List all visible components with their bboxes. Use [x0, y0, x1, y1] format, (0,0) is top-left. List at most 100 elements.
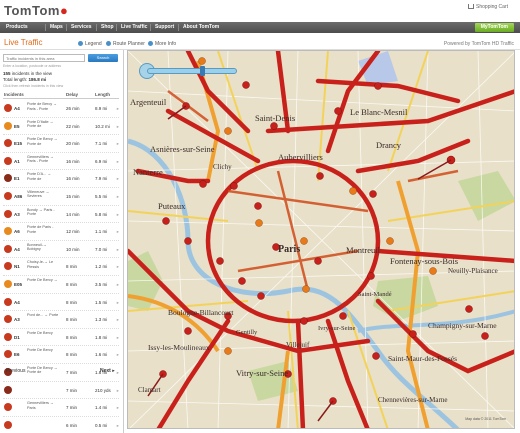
- incident-row[interactable]: A4 Bonneuil-→ Bobigny 10 min 7.0 mi ▸: [3, 241, 119, 259]
- incident-location: Porte de Paris - Porte: [27, 225, 54, 234]
- incident-location: Porte De Bercy: [27, 330, 53, 335]
- map-label: Asnières-sur-Seine: [150, 144, 215, 154]
- incident-row[interactable]: E15 Porte De Bercy → Porte de 20 min 7.1 mi…: [3, 135, 119, 153]
- map-copyright: Map data © 2011 TomTom: [465, 417, 506, 421]
- search-button[interactable]: Search: [88, 54, 118, 62]
- incident-location: Porte De Bercy: [27, 348, 53, 353]
- incident-row[interactable]: D1 Porte De Bercy 8 min 1.8 mi ▸: [3, 329, 119, 347]
- map-label: Puteaux: [158, 201, 186, 211]
- incident-delay: 7 min: [66, 387, 78, 393]
- incident-panel: Search Enter a location, postcode or add…: [0, 50, 124, 433]
- incident-delay: 8 min: [66, 334, 78, 340]
- incident-delay: 14 min: [66, 211, 80, 217]
- incident-location: Porte D'A... → Porte de: [27, 172, 52, 181]
- incident-row[interactable]: E1 Porte D'A... → Porte de 16 min 7.9 mi ▸: [3, 170, 119, 188]
- row-arrow-icon: ▸: [116, 106, 119, 111]
- incident-row[interactable]: A4 Porte de Bercy → Paris - Porte 26 min 8.…: [3, 100, 119, 118]
- incident-location: Porte De Bercy → Porte de: [27, 365, 58, 375]
- row-arrow-icon: ▸: [116, 422, 119, 428]
- incident-delay: 7 min: [66, 405, 78, 411]
- row-arrow-icon: ▸: [116, 387, 119, 393]
- incident-location: Porte de Bercy → Paris - Porte: [27, 102, 57, 111]
- incident-delay: 15 min: [66, 193, 80, 199]
- incident-row[interactable]: A6 Porte de Paris - Porte 12 min 1.1 mi ▸: [3, 223, 119, 241]
- incident-row[interactable]: A3 Bondy → Paris - Porte 14 min 5.8 mi ▸: [3, 206, 119, 224]
- nav-live-traffic[interactable]: Live Traffic: [121, 24, 147, 30]
- incident-badge-icon: [4, 262, 12, 271]
- route-icon: [106, 41, 111, 47]
- map-label: Le Blanc-Mesnil: [350, 107, 408, 117]
- incident-badge-icon: [4, 156, 12, 165]
- col-length[interactable]: Length: [95, 92, 110, 97]
- refresh-note[interactable]: Click then refresh incidents in this vie…: [3, 84, 63, 88]
- incident-length: 7.9 mi: [95, 176, 108, 182]
- incident-location: Gennevilliers → Paris - Porte: [27, 154, 54, 164]
- previous-link[interactable]: Previous: [6, 368, 25, 374]
- map-label: Drancy: [376, 140, 402, 150]
- incident-row[interactable]: N1 Choisy-le-→ Le Plessis 8 min 1.2 mi ▸: [3, 258, 119, 276]
- map-canvas[interactable]: [128, 51, 515, 429]
- traffic-map[interactable]: Argenteuil Saint-Denis Le Blanc-Mesnil D…: [127, 50, 515, 429]
- nav-about[interactable]: About TomTom: [183, 24, 219, 30]
- tomtom-logo[interactable]: TomTom●: [4, 3, 68, 18]
- tab-route-planner[interactable]: Route Planner: [106, 41, 145, 47]
- incident-row[interactable]: 6 min 0.5 mi ▸: [3, 417, 119, 433]
- incident-row[interactable]: A4 8 min 1.5 mi ▸: [3, 294, 119, 312]
- tab-legend[interactable]: Legend: [78, 41, 102, 47]
- incident-delay: 8 min: [66, 352, 78, 358]
- nav-shop[interactable]: Shop: [101, 24, 114, 30]
- live-traffic-bar: Live Traffic Legend Route Planner More I…: [0, 38, 520, 50]
- nav-maps[interactable]: Maps: [50, 24, 63, 30]
- incident-delay: 16 min: [66, 176, 80, 182]
- incident-delay: 8 min: [66, 317, 78, 323]
- incident-badge-icon: [4, 191, 12, 200]
- shopping-cart-link[interactable]: Shopping Cart: [468, 4, 508, 10]
- location-search-input[interactable]: [3, 54, 85, 62]
- nav-products[interactable]: Products: [6, 24, 28, 30]
- incident-length: 5.5 mi: [95, 193, 108, 199]
- road-number: A3: [14, 317, 20, 323]
- mytomtom-button[interactable]: MyTomTom: [474, 23, 514, 32]
- road-number: A4: [14, 246, 20, 252]
- incident-row[interactable]: 7 min 210 yds ▸: [3, 382, 119, 400]
- map-label: Aubervilliers: [278, 152, 323, 162]
- incident-row[interactable]: A3 Pont de... → Porte 8 min 1.3 mi ▸: [3, 311, 119, 329]
- row-arrow-icon: ▸: [116, 211, 119, 217]
- road-number: A4: [14, 299, 20, 305]
- powered-by: Powered by TomTom HD Traffic: [443, 41, 514, 47]
- incident-badge-icon: [4, 244, 12, 253]
- incident-length: 1.4 mi: [95, 405, 108, 411]
- incident-badge-icon: [4, 350, 12, 359]
- road-number: E1: [14, 176, 20, 182]
- incident-location: Gennevilliers → Paris: [27, 401, 54, 410]
- incident-row[interactable]: E6 Porte De Bercy 8 min 1.6 mi ▸: [3, 346, 119, 364]
- incident-row[interactable]: A1 Gennevilliers → Paris - Porte 16 min 6.9…: [3, 153, 119, 171]
- incident-length: 7.1 mi: [95, 141, 108, 147]
- col-delay[interactable]: Delay: [66, 92, 78, 97]
- nav-services[interactable]: Services: [71, 24, 92, 30]
- incident-length: 1.2 mi: [95, 264, 108, 270]
- tab-more-info[interactable]: More Info: [148, 41, 176, 47]
- incident-length: 8.9 mi: [95, 106, 108, 111]
- map-label: Chennevières-sur-Marne: [378, 396, 448, 404]
- incident-row[interactable]: E05 Porte De Bercy → 8 min 3.5 mi ▸: [3, 276, 119, 294]
- row-arrow-icon: ▸: [116, 123, 119, 129]
- col-incidents[interactable]: Incidents: [4, 92, 24, 97]
- nav-support[interactable]: Support: [155, 24, 174, 30]
- next-link[interactable]: Next ▸: [100, 368, 115, 374]
- main-nav: Products Maps Services Shop Live Traffic…: [0, 22, 520, 33]
- incident-length: 10.2 mi: [95, 123, 110, 129]
- zoom-slider[interactable]: [147, 68, 237, 74]
- incident-badge-icon: [4, 385, 12, 394]
- incident-badge-icon: [4, 297, 12, 306]
- top-header: TomTom● Shopping Cart: [0, 0, 520, 22]
- incident-length: 1.1 mi: [95, 229, 108, 235]
- incident-delay: 8 min: [66, 264, 78, 270]
- incident-row[interactable]: A86 Villeneuve → Sevieres 15 min 5.5 mi ▸: [3, 188, 119, 206]
- incident-row[interactable]: Gennevilliers → Paris 7 min 1.4 mi ▸: [3, 399, 119, 417]
- incident-row[interactable]: E5 Porte D'Italie → Porte de 22 min 10.2 mi…: [3, 118, 119, 136]
- search-hint: Enter a location, postcode or address: [3, 64, 61, 68]
- incident-location: Porte D'Italie → Porte de: [27, 119, 54, 129]
- zoom-slider-handle[interactable]: [200, 66, 205, 76]
- incident-badge-icon: [4, 420, 12, 429]
